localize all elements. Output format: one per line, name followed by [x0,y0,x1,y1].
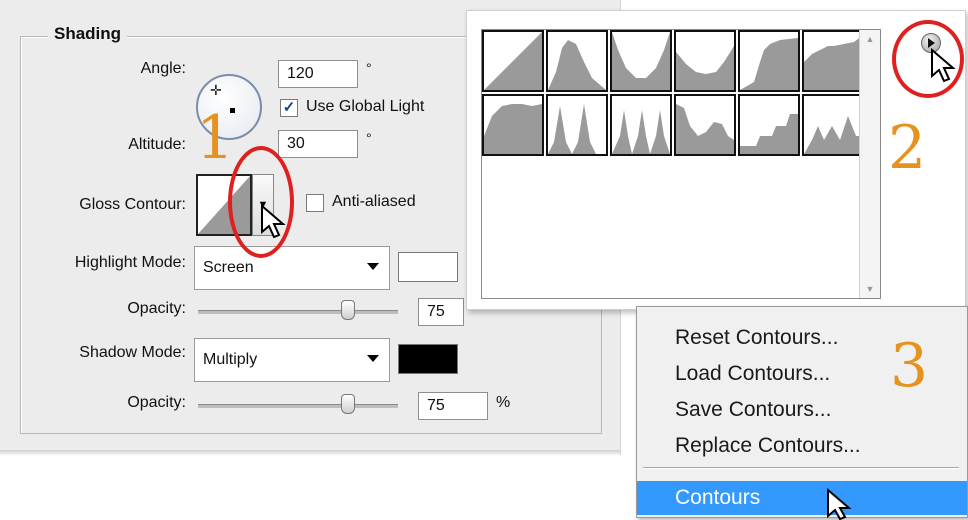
ring-icon [484,104,542,154]
shadow-opacity-input[interactable]: 75 [418,392,488,420]
shadow-mode-select[interactable]: Multiply [194,338,390,382]
highlight-opacity-label: Opacity: [127,300,186,317]
mouse-pointer-icon [827,488,852,520]
contour-preset-3[interactable] [610,30,672,92]
gaussian-icon [740,38,798,90]
mouse-pointer-icon [931,48,956,83]
contour-preset-12[interactable] [802,94,864,156]
rounded-steps-icon [676,104,734,154]
contour-preset-11[interactable] [738,94,800,156]
altitude-label: Altitude: [128,136,186,153]
annotation-ring-1 [228,146,294,258]
highlight-mode-select[interactable]: Screen [194,246,390,290]
highlight-opacity-slider-track[interactable] [198,310,398,314]
shadow-opacity-slider-thumb[interactable] [341,394,355,414]
menu-item-contours[interactable]: Contours [637,481,967,515]
shading-group-title: Shading [48,24,128,44]
caret-down-icon [367,263,379,270]
linear-icon [484,32,542,90]
contour-preset-9[interactable] [610,94,672,156]
contour-preset-1[interactable] [482,30,544,92]
contour-preset-list: ▲ ▼ [481,29,881,299]
highlight-color-swatch[interactable] [398,252,458,282]
menu-separator [643,467,959,469]
annotation-number-2: 2 [888,113,927,183]
contour-list-scrollbar[interactable]: ▲ ▼ [859,30,880,298]
highlight-opacity-input[interactable]: 75 [418,298,464,326]
panel-shadow [0,450,620,456]
gloss-contour-label: Gloss Contour: [79,196,186,213]
caret-down-icon [367,355,379,362]
angle-input[interactable]: 120 [278,60,358,88]
highlight-opacity-slider-thumb[interactable] [341,300,355,320]
cove-shallow-icon [676,46,734,90]
contour-preset-6[interactable] [802,30,864,92]
contour-preset-8[interactable] [546,94,608,156]
annotation-number-3: 3 [890,331,929,401]
annotation-number-1: 1 [196,103,235,173]
use-global-light-label: Use Global Light [306,98,425,115]
contour-preset-grid [482,30,866,160]
highlight-mode-value: Screen [203,259,254,276]
sawtooth-icon [740,100,798,154]
scroll-down-icon[interactable]: ▼ [860,280,880,298]
scroll-up-icon[interactable]: ▲ [860,30,880,48]
contour-preset-10[interactable] [674,94,736,156]
altitude-input[interactable]: 30 [278,130,358,158]
rolling-slope-icon [612,110,670,154]
crosshair-icon: ✛ [210,82,222,98]
shadow-mode-label: Shadow Mode: [79,344,186,361]
shadow-opacity-slider-track[interactable] [198,404,398,408]
half-round-icon [804,36,862,90]
shadow-mode-value: Multiply [203,351,258,368]
contour-preset-4[interactable] [674,30,736,92]
menu-item-replace-contours[interactable]: Replace Contours... [637,429,967,463]
shadow-color-swatch[interactable] [398,344,458,374]
ring-double-icon [548,104,606,154]
shadow-opacity-percent: % [496,394,511,411]
highlight-mode-label: Highlight Mode: [74,254,186,271]
altitude-degree-symbol: ° [366,130,372,146]
mouse-pointer-icon [261,204,286,239]
cone-icon [548,40,606,90]
cove-deep-icon [612,32,670,90]
shadow-opacity-label: Opacity: [127,394,186,411]
contour-preset-2[interactable] [546,30,608,92]
contour-preset-5[interactable] [738,30,800,92]
ring-triple-icon [804,116,862,154]
anti-aliased-label: Anti-aliased [332,193,416,210]
use-global-light-checkbox[interactable]: ✓ [280,99,298,117]
angle-label: Angle: [140,60,186,77]
contour-preset-7[interactable] [482,94,544,156]
angle-degree-symbol: ° [366,60,372,76]
anti-aliased-checkbox[interactable] [306,194,324,212]
